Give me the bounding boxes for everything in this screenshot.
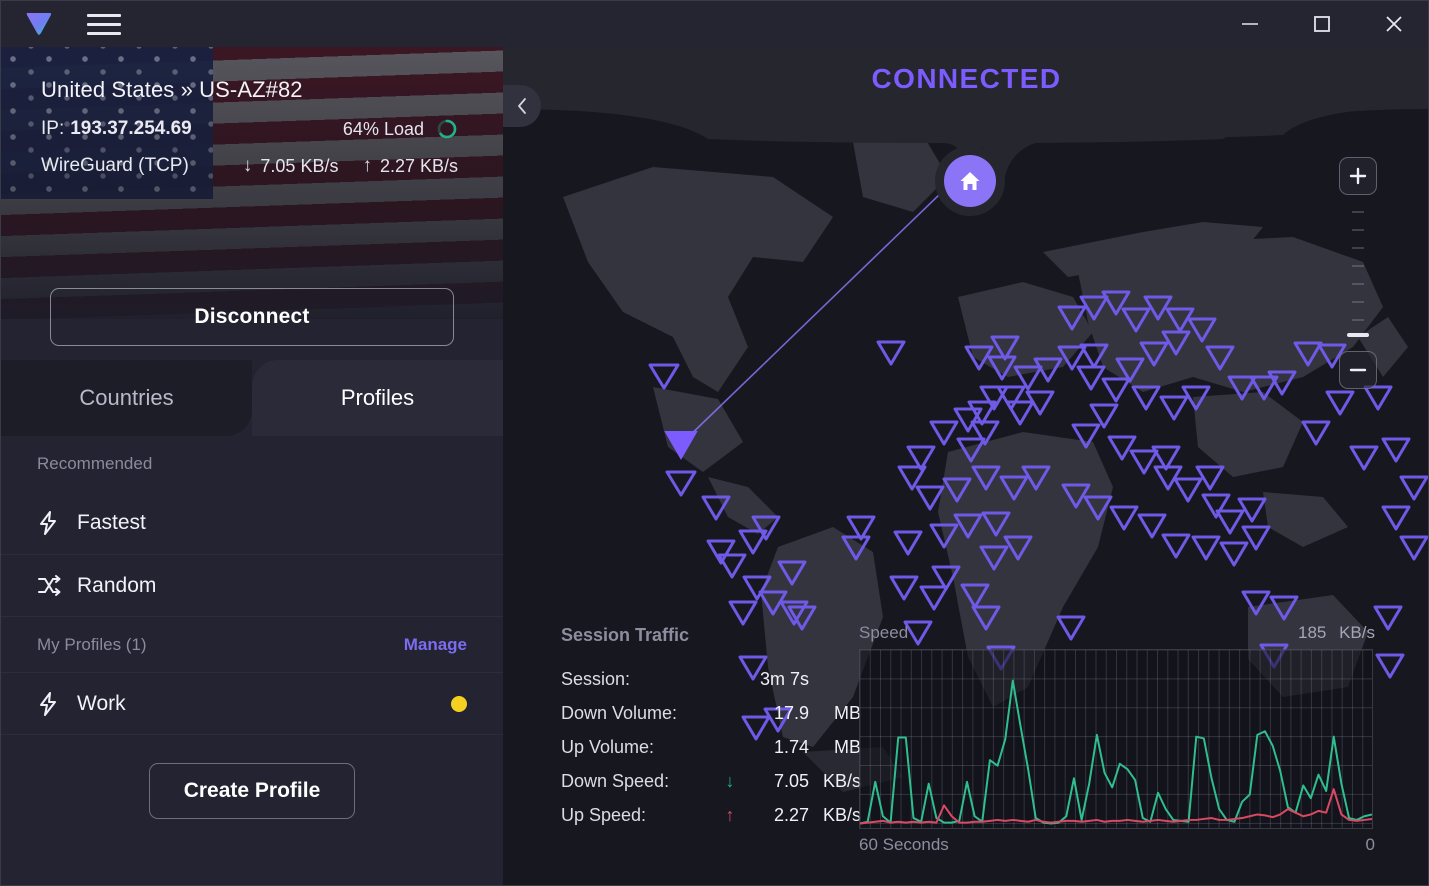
tab-countries[interactable]: Countries — [1, 360, 252, 436]
title-bar — [1, 1, 1428, 47]
vpn-app-window: United States » US-AZ#82 IP: 193.37.254.… — [0, 0, 1429, 886]
server-ip-row: IP: 193.37.254.69 64% Load — [41, 118, 503, 140]
stat-row: Down Speed: ↓ 7.05 KB/s — [561, 764, 861, 798]
stat-label: Up Volume: — [561, 736, 655, 757]
speed-graph: Speed 185 KB/s 60 Seconds 0 — [859, 623, 1375, 855]
zoom-slider-track[interactable] — [1339, 201, 1383, 347]
download-speed: ↓ 7.05 KB/s — [243, 155, 339, 177]
stat-value: 2.27 — [773, 804, 809, 825]
upload-speed: ↑ 2.27 KB/s — [362, 155, 458, 177]
stat-row: Session: 3m 7s — [561, 662, 861, 696]
lightning-bolt-icon — [37, 691, 71, 716]
stat-label: Up Speed: — [561, 804, 647, 825]
disconnect-button[interactable]: Disconnect — [50, 288, 454, 346]
server-load: 64% Load — [343, 118, 458, 140]
profile-item-work[interactable]: Work — [1, 672, 503, 734]
download-arrow-icon: ↓ — [242, 155, 253, 176]
zoom-out-button[interactable] — [1339, 351, 1377, 389]
plus-icon — [1349, 167, 1367, 185]
stat-row: Up Speed: ↑ 2.27 KB/s — [561, 798, 861, 832]
speed-graph-header: Speed 185 KB/s — [859, 623, 1375, 643]
sidebar-tabs: Countries Profiles — [1, 360, 503, 436]
minimize-button[interactable] — [1214, 1, 1286, 47]
profile-status-dot — [451, 695, 467, 712]
server-title: United States » US-AZ#82 — [41, 77, 303, 102]
speed-graph-title: Speed — [859, 623, 909, 642]
speed-max-unit: KB/s — [1339, 623, 1375, 642]
world-map-panel[interactable]: CONNECTED Session Traffic Session: 3m 7s… — [503, 47, 1428, 885]
server-info-panel: United States » US-AZ#82 IP: 193.37.254.… — [1, 47, 503, 319]
recommended-label: Recommended — [37, 454, 153, 473]
speed-max-value: 185 — [1297, 623, 1327, 642]
manage-profiles-link[interactable]: Manage — [404, 635, 467, 655]
profile-label: Work — [77, 691, 126, 715]
profile-item-fastest[interactable]: Fastest — [1, 492, 503, 554]
profiles-list: Recommended Fastest Random My Profiles (… — [1, 436, 503, 819]
download-arrow-icon: ↓ — [725, 770, 735, 791]
speed-graph-axis: 60 Seconds 0 — [859, 835, 1375, 855]
stat-unit: MB — [834, 702, 861, 723]
stat-label: Down Speed: — [561, 770, 670, 791]
download-speed-value: 7.05 KB/s — [260, 155, 339, 176]
profile-label: Random — [77, 573, 157, 597]
ip-value: 193.37.254.69 — [70, 118, 192, 139]
lightning-bolt-icon — [37, 511, 71, 535]
stat-label: Down Volume: — [561, 702, 678, 723]
stat-unit: MB — [834, 736, 861, 757]
upload-arrow-icon: ↑ — [725, 804, 735, 825]
ip-label: IP: — [41, 118, 65, 139]
proton-vpn-logo-icon — [19, 4, 59, 44]
profile-label: Fastest — [77, 511, 146, 534]
close-button[interactable] — [1358, 1, 1428, 47]
home-location-badge[interactable] — [944, 155, 996, 207]
chevron-left-icon — [518, 98, 526, 114]
server-protocol-row: WireGuard (TCP) ↓ 7.05 KB/s ↑ 2.27 KB/s — [41, 155, 503, 177]
my-profiles-header: My Profiles (1) Manage — [1, 616, 503, 672]
x-axis-right-label: 0 — [1365, 835, 1375, 854]
session-traffic-panel: Session Traffic Session: 3m 7s Down Volu… — [561, 625, 861, 832]
upload-arrow-icon: ↑ — [362, 155, 372, 176]
home-icon — [960, 172, 980, 190]
load-ring-icon — [436, 118, 458, 140]
upload-speed-value: 2.27 KB/s — [379, 155, 458, 176]
stat-row: Up Volume: 1.74 MB — [561, 730, 861, 764]
tab-profiles[interactable]: Profiles — [252, 360, 503, 436]
protocol-label: WireGuard (TCP) — [41, 155, 189, 176]
stat-value: 17.9 — [773, 702, 809, 723]
speed-graph-svg — [860, 650, 1372, 828]
map-zoom-control[interactable] — [1339, 157, 1383, 389]
stat-value: 7.05 — [773, 770, 809, 791]
stat-row: Down Volume: 17.9 MB — [561, 696, 861, 730]
load-label: 64% Load — [342, 118, 424, 139]
sidebar: United States » US-AZ#82 IP: 193.37.254.… — [1, 47, 503, 885]
window-controls — [1214, 1, 1428, 47]
x-axis-left-label: 60 Seconds — [859, 835, 949, 854]
speed-graph-plot — [859, 649, 1373, 829]
create-profile-button[interactable]: Create Profile — [148, 763, 356, 819]
zoom-in-button[interactable] — [1339, 157, 1377, 195]
stat-value: 3m 7s — [759, 668, 809, 689]
stat-unit: KB/s — [822, 770, 861, 791]
stat-label: Session: — [561, 668, 631, 689]
maximize-button[interactable] — [1286, 1, 1358, 47]
session-traffic-title: Session Traffic — [561, 625, 690, 645]
shuffle-icon — [37, 574, 71, 597]
stat-value: 1.74 — [773, 736, 809, 757]
recommended-header: Recommended — [1, 436, 503, 492]
speed-graph-max: 185 KB/s — [1298, 623, 1375, 643]
zoom-slider-thumb[interactable] — [1347, 333, 1369, 337]
stat-unit: KB/s — [822, 804, 861, 825]
minus-icon — [1349, 368, 1367, 372]
hamburger-menu-icon[interactable] — [87, 9, 121, 39]
profile-item-random[interactable]: Random — [1, 554, 503, 616]
live-speeds: ↓ 7.05 KB/s ↑ 2.27 KB/s — [243, 155, 458, 177]
my-profiles-label: My Profiles (1) — [37, 634, 147, 654]
